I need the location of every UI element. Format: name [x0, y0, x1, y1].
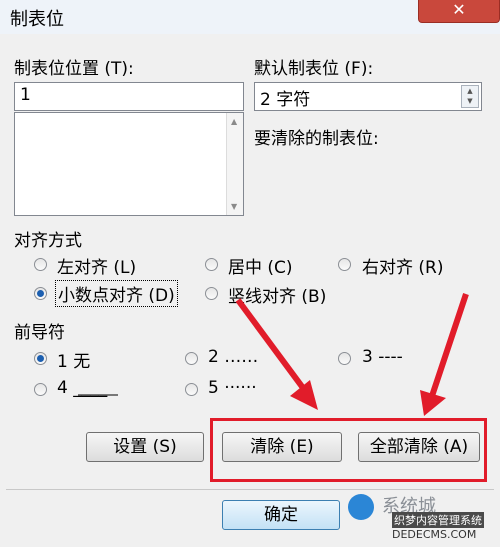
watermark-subtext: 织梦内容管理系统	[392, 512, 484, 528]
arrow-line-right	[429, 293, 469, 397]
watermark-url: DEDECMS.COM	[392, 528, 477, 541]
watermark-logo-icon	[348, 494, 374, 520]
annotation-arrows	[78, 293, 469, 416]
ok-button[interactable]: 确定	[222, 500, 340, 530]
arrow-line-left	[235, 298, 309, 394]
footer-separator	[6, 489, 494, 490]
